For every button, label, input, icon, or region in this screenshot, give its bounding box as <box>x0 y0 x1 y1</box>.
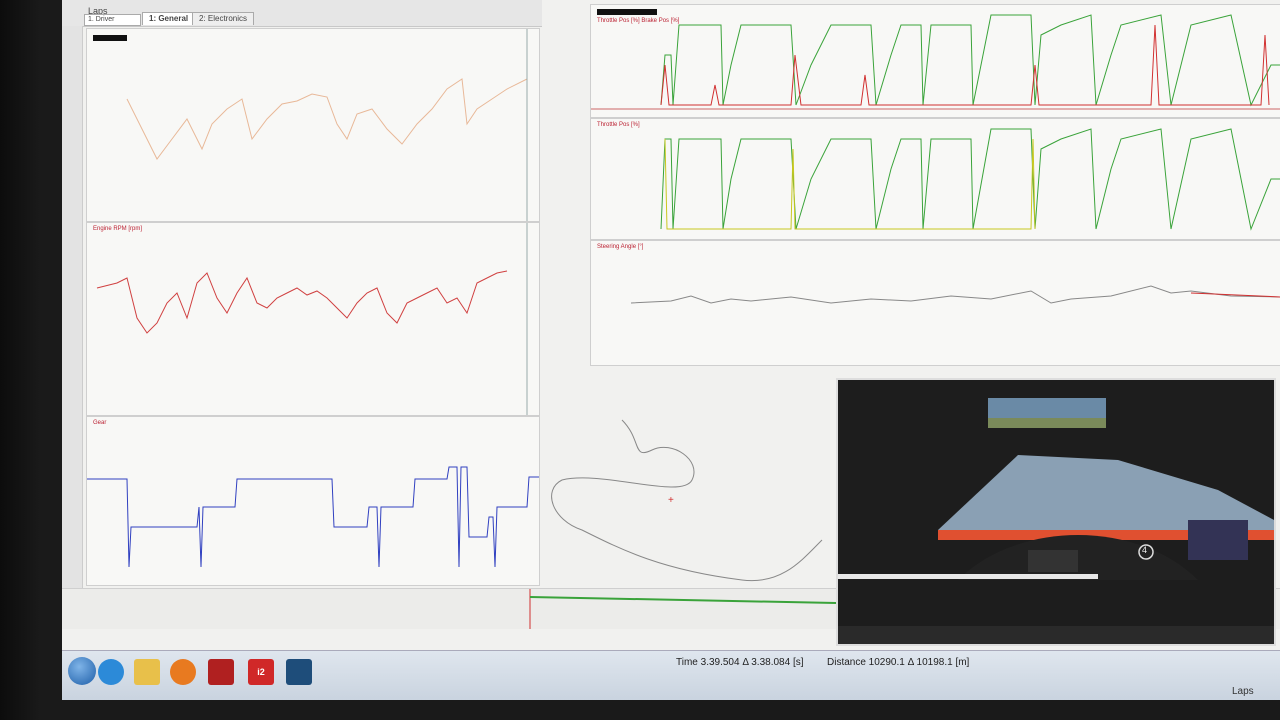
game-icon[interactable] <box>208 659 234 685</box>
onboard-video-window[interactable]: 4 <box>836 378 1276 646</box>
windows-taskbar: i2 <box>62 650 1280 700</box>
i2-pro-icon[interactable]: i2 <box>248 659 274 685</box>
tab-general[interactable]: 1: General <box>142 12 196 25</box>
media-player-icon[interactable] <box>170 659 196 685</box>
rpm-trace <box>96 223 528 415</box>
tab-electronics[interactable]: 2: Electronics <box>192 12 255 25</box>
windows-start-icon[interactable] <box>68 657 96 685</box>
distance-readout: Distance 10290.1 Δ 10198.1 [m] <box>827 657 970 668</box>
steering-trace <box>630 285 1280 304</box>
gear-trace <box>87 466 539 568</box>
left-toolbar-strip <box>62 26 83 616</box>
throttle-trace <box>660 128 1280 231</box>
throttle-brake-panel[interactable]: Throttle Pos [%] Brake Pos [%] <box>590 4 1280 118</box>
explorer-icon[interactable] <box>134 659 160 685</box>
driver-dropdown[interactable]: 1. Driver <box>84 14 141 26</box>
laps-label: Laps <box>1232 686 1254 697</box>
speed-graph-panel[interactable] <box>86 28 540 222</box>
desktop-screen: Laps 1. Driver 1: General 2: Electronics… <box>62 0 1280 700</box>
gear-graph-panel[interactable]: Gear <box>86 416 540 586</box>
steering-panel[interactable]: Steering Angle [°] <box>590 240 1280 366</box>
throttle-panel[interactable]: Throttle Pos [%] <box>590 118 1280 240</box>
onboard-video-frame <box>838 380 1274 644</box>
speed-trace <box>126 29 528 221</box>
track-map: + <box>551 419 823 582</box>
motec-icon[interactable] <box>286 659 312 685</box>
car-position-marker: + <box>668 495 674 506</box>
rpm-graph-panel[interactable]: Engine RPM [rpm] <box>86 222 540 416</box>
time-readout: Time 3.39.504 Δ 3.38.084 [s] <box>676 657 804 668</box>
throttle-brake-trace <box>591 14 1280 110</box>
workbook-tabbar: Laps 1. Driver 1: General 2: Electronics <box>62 0 542 27</box>
ie-icon[interactable] <box>98 659 124 685</box>
race-position-badge: 4 <box>1142 545 1148 555</box>
